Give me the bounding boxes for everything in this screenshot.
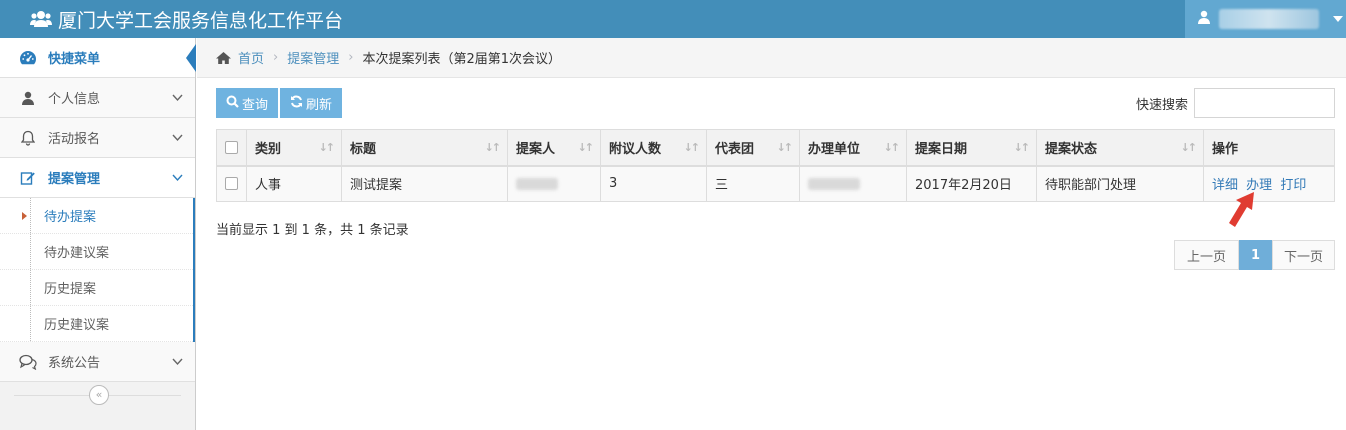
- sort-icon: ↓↑: [1013, 141, 1031, 154]
- brand[interactable]: 厦门大学工会服务信息化工作平台: [30, 0, 343, 38]
- sidebar-item-activity[interactable]: 活动报名: [0, 118, 195, 158]
- app-title: 厦门大学工会服务信息化工作平台: [58, 9, 344, 32]
- query-button-label: 查询: [242, 96, 269, 112]
- sidebar-subitem-pending-proposals[interactable]: 待办提案: [0, 198, 193, 234]
- chevron-down-icon: [172, 355, 183, 370]
- column-header-category[interactable]: 类别 ↓↑: [246, 129, 342, 167]
- breadcrumb-separator: ›: [348, 50, 354, 65]
- column-header-status[interactable]: 提案状态 ↓↑: [1036, 129, 1204, 167]
- cell-title: 测试提案: [341, 165, 508, 202]
- table-header-row: 类别 ↓↑ 标题 ↓↑ 提案人 ↓↑ 附议人数 ↓↑ 代表团 ↓↑ 办理单位 ↓↑ 提案日期…: [216, 129, 1335, 167]
- edit-icon: [18, 169, 38, 187]
- quick-search-input[interactable]: [1194, 88, 1335, 118]
- sidebar-item-label: 个人信息: [48, 92, 101, 107]
- breadcrumb: 首页 › 提案管理 › 本次提案列表（第2届第1次会议）: [197, 38, 1346, 78]
- column-header-proposer[interactable]: 提案人 ↓↑: [507, 129, 601, 167]
- sidebar-subitem-label: 历史建议案: [44, 318, 110, 333]
- print-link[interactable]: 打印: [1280, 178, 1306, 193]
- refresh-icon: [290, 95, 303, 111]
- sidebar-item-announcements[interactable]: 系统公告: [0, 342, 195, 382]
- users-icon: [30, 8, 52, 30]
- cell-category: 人事: [246, 165, 342, 202]
- top-navbar: 厦门大学工会服务信息化工作平台: [0, 0, 1346, 38]
- refresh-button-label: 刷新: [306, 96, 333, 112]
- sidebar-subitem-label: 待办建议案: [44, 246, 110, 261]
- breadcrumb-separator: ›: [273, 50, 279, 65]
- column-header-date[interactable]: 提案日期 ↓↑: [906, 129, 1037, 167]
- proposer-redacted: [516, 177, 558, 190]
- sidebar-subitem-pending-suggestions[interactable]: 待办建议案: [0, 234, 193, 270]
- cell-seconders: 3: [600, 165, 707, 202]
- select-all-checkbox[interactable]: [225, 140, 238, 154]
- row-select-cell: [216, 165, 247, 202]
- table-row: 人事 测试提案 3 三 2017年2月20日 待职能部门处理 详细 办理 打印: [216, 165, 1335, 202]
- toolbar: 查询 刷新: [216, 88, 343, 118]
- caret-down-icon: [1333, 16, 1343, 22]
- select-all-cell: [216, 129, 247, 167]
- user-name-redacted: [1219, 9, 1319, 29]
- row-checkbox[interactable]: [225, 177, 238, 191]
- bell-icon: [18, 129, 38, 147]
- refresh-button[interactable]: 刷新: [280, 88, 343, 118]
- pagination: 上一页 1 下一页: [1174, 240, 1335, 270]
- sidebar-item-label: 活动报名: [48, 132, 101, 147]
- proposals-submenu: 待办提案 待办建议案 历史提案 历史建议案: [0, 198, 195, 342]
- sort-icon: ↓↑: [318, 141, 336, 154]
- sidebar-collapse-button[interactable]: «: [89, 385, 109, 405]
- cell-handling-unit: [799, 165, 907, 202]
- column-header-delegation[interactable]: 代表团 ↓↑: [706, 129, 800, 167]
- user-menu[interactable]: [1185, 0, 1346, 38]
- sidebar-item-label: 提案管理: [48, 172, 101, 187]
- handling-unit-redacted: [808, 177, 860, 190]
- breadcrumb-proposals[interactable]: 提案管理: [287, 48, 339, 67]
- quick-search-label: 快速搜索: [1136, 98, 1189, 113]
- chevron-down-icon: [172, 171, 183, 186]
- sort-icon: ↓↑: [577, 141, 595, 154]
- sort-icon: ↓↑: [1180, 141, 1198, 154]
- sidebar-subitem-label: 待办提案: [44, 210, 97, 225]
- column-header-seconders[interactable]: 附议人数 ↓↑: [600, 129, 707, 167]
- sidebar-collapse-bar: «: [0, 382, 195, 410]
- proposal-table: 类别 ↓↑ 标题 ↓↑ 提案人 ↓↑ 附议人数 ↓↑ 代表团 ↓↑ 办理单位 ↓↑ 提案日期…: [216, 129, 1335, 202]
- cell-status: 待职能部门处理: [1036, 165, 1204, 202]
- breadcrumb-home[interactable]: 首页: [238, 48, 264, 67]
- column-header-actions: 操作: [1203, 129, 1335, 167]
- sidebar-item-profile[interactable]: 个人信息: [0, 78, 195, 118]
- next-page-button[interactable]: 下一页: [1272, 240, 1335, 270]
- column-header-handling-unit[interactable]: 办理单位 ↓↑: [799, 129, 907, 167]
- sort-icon: ↓↑: [484, 141, 502, 154]
- breadcrumb-current: 本次提案列表（第2届第1次会议）: [362, 52, 561, 67]
- query-button[interactable]: 查询: [216, 88, 279, 118]
- chevron-down-icon: [172, 91, 183, 106]
- record-summary: 当前显示 1 到 1 条，共 1 条记录: [216, 223, 409, 238]
- search-icon: [226, 95, 239, 111]
- sort-icon: ↓↑: [683, 141, 701, 154]
- comments-icon: [18, 353, 38, 371]
- sort-icon: ↓↑: [776, 141, 794, 154]
- sidebar-item-label: 系统公告: [48, 356, 101, 371]
- column-header-title[interactable]: 标题 ↓↑: [341, 129, 508, 167]
- sidebar-subitem-history-proposals[interactable]: 历史提案: [0, 270, 193, 306]
- sidebar-quick-menu-label: 快捷菜单: [48, 52, 101, 67]
- sidebar: 快捷菜单 个人信息 活动报名 提案管理 待办提案 待办建议案 历史提案 历史建议…: [0, 38, 196, 430]
- home-icon: [215, 51, 232, 65]
- cell-actions: 详细 办理 打印: [1203, 165, 1335, 202]
- page-number-button[interactable]: 1: [1239, 240, 1272, 270]
- dashboard-icon: [18, 49, 38, 67]
- annotation-arrow-icon: [1226, 190, 1260, 232]
- sidebar-subitem-label: 历史提案: [44, 282, 97, 297]
- sidebar-subitem-history-suggestions[interactable]: 历史建议案: [0, 306, 193, 342]
- cell-delegation: 三: [706, 165, 800, 202]
- chevron-down-icon: [172, 131, 183, 146]
- sidebar-item-proposals[interactable]: 提案管理: [0, 158, 195, 198]
- cell-date: 2017年2月20日: [906, 165, 1037, 202]
- prev-page-button[interactable]: 上一页: [1174, 240, 1239, 270]
- cell-proposer: [507, 165, 601, 202]
- sidebar-quick-menu[interactable]: 快捷菜单: [0, 38, 196, 78]
- user-icon: [18, 89, 38, 107]
- user-icon: [1197, 10, 1211, 28]
- sort-icon: ↓↑: [883, 141, 901, 154]
- caret-right-icon: [22, 212, 27, 220]
